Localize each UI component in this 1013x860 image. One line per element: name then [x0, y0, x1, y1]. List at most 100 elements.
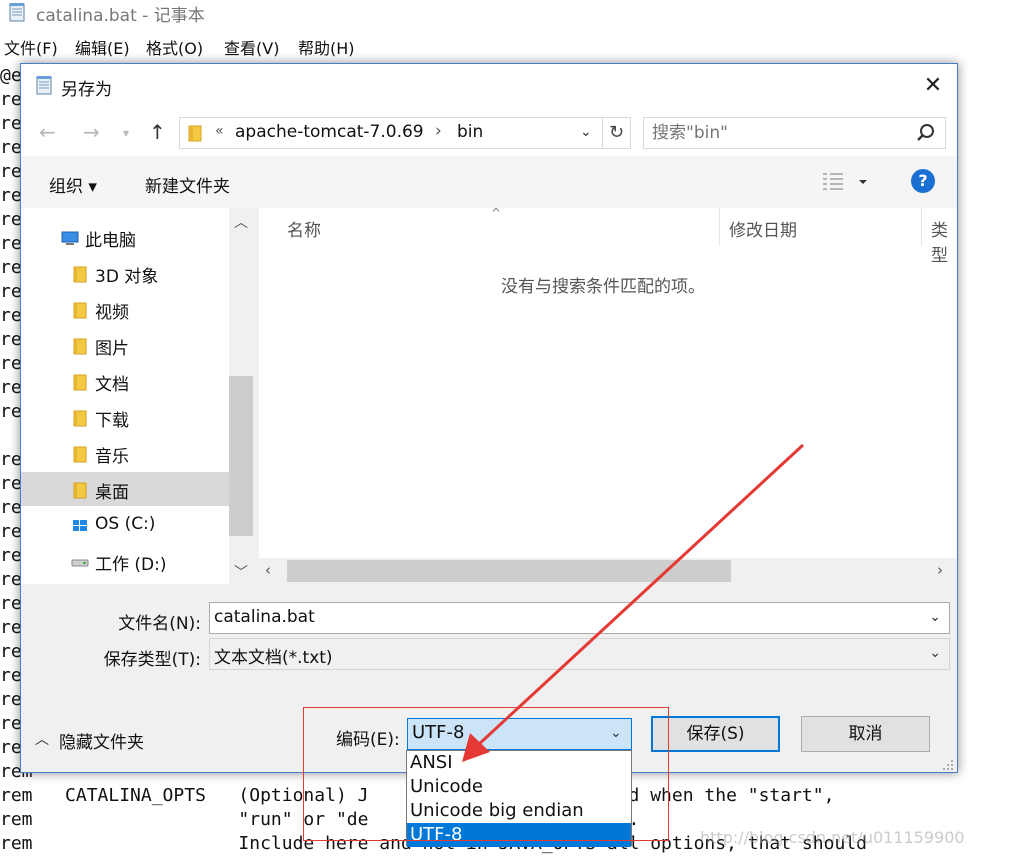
text-line: re	[0, 113, 22, 134]
text-line: re	[0, 521, 22, 542]
downloads-folder-icon	[71, 409, 89, 427]
nav-item[interactable]: 桌面	[21, 472, 229, 506]
up-arrow-icon[interactable]: ↑	[149, 120, 166, 144]
text-line: re	[0, 641, 22, 662]
documents-folder-icon	[71, 373, 89, 391]
notepad-icon	[9, 3, 25, 22]
filename-value[interactable]: catalina.bat	[214, 607, 315, 627]
nav-item[interactable]: 3D 对象	[21, 256, 229, 290]
view-options-icon[interactable]	[821, 170, 881, 194]
column-divider[interactable]	[719, 208, 720, 246]
encoding-dropdown-list: ANSI Unicode Unicode big endian UTF-8	[406, 750, 632, 847]
nav-item-label: 图片	[95, 339, 129, 359]
encoding-select[interactable]: UTF-8 ⌄	[407, 718, 632, 750]
pictures-folder-icon	[71, 337, 89, 355]
text-line: @e	[0, 65, 22, 86]
chevron-right-icon[interactable]: ›	[937, 561, 943, 579]
nav-item[interactable]: 图片	[21, 328, 229, 362]
address-bar[interactable]: « apache-tomcat-7.0.69 › bin ⌄	[179, 117, 603, 149]
organize-button[interactable]: 组织 ▾	[49, 172, 97, 197]
menu-edit[interactable]: 编辑(E)	[75, 35, 130, 59]
filetype-value[interactable]: 文本文档(*.txt)	[214, 643, 333, 668]
hide-folders-label[interactable]: 隐藏文件夹	[59, 728, 144, 753]
breadcrumb-overflow[interactable]: «	[215, 123, 224, 139]
3d-objects-icon	[71, 265, 89, 283]
encoding-value[interactable]: UTF-8	[412, 722, 464, 743]
sort-caret-icon: ^	[491, 206, 502, 220]
filetype-label: 保存类型(T):	[103, 650, 201, 670]
chevron-up-icon[interactable]: ︿	[234, 212, 248, 232]
chevron-down-icon[interactable]: ﹀	[234, 562, 248, 582]
text-line: re	[0, 593, 22, 614]
text-line: re	[0, 137, 22, 158]
nav-item[interactable]: 工作 (D:)	[21, 544, 229, 578]
column-header-modified[interactable]: 修改日期	[729, 216, 797, 241]
search-icon[interactable]	[916, 123, 936, 143]
file-list: ^ 名称 修改日期 类型 没有与搜索条件匹配的项。 ‹ ›	[259, 206, 957, 584]
menu-file[interactable]: 文件(F)	[4, 35, 58, 59]
nav-item-label: 音乐	[95, 447, 129, 467]
menu-view[interactable]: 查看(V)	[224, 35, 279, 59]
nav-item-label: 工作 (D:)	[95, 555, 167, 575]
refresh-icon[interactable]: ↻	[603, 117, 631, 149]
cancel-button[interactable]: 取消	[801, 716, 930, 752]
forward-arrow-icon[interactable]: →	[83, 120, 100, 144]
back-arrow-icon[interactable]: ←	[39, 120, 56, 144]
filename-field[interactable]: catalina.bat ⌄	[209, 602, 950, 634]
nav-scrollbar[interactable]: ︿ ﹀	[229, 208, 253, 584]
encoding-option[interactable]: UTF-8	[407, 823, 631, 847]
notepad-icon	[36, 76, 52, 95]
scroll-thumb[interactable]	[229, 376, 253, 536]
text-line: re	[0, 329, 22, 350]
filetype-select[interactable]: 文本文档(*.txt) ⌄	[209, 638, 950, 670]
text-line: re	[0, 281, 22, 302]
chevron-up-icon[interactable]: ︿	[35, 729, 49, 749]
desktop-folder-icon	[71, 481, 89, 499]
resize-grip-icon[interactable]	[939, 756, 955, 772]
recent-locations-chevron-icon[interactable]: ▾	[123, 126, 129, 140]
text-line: re	[0, 569, 22, 590]
nav-item-label: 视频	[95, 303, 129, 323]
column-divider[interactable]	[921, 208, 922, 246]
save-button[interactable]: 保存(S)	[651, 716, 780, 752]
menu-format[interactable]: 格式(O)	[146, 35, 203, 59]
watermark: http://blog.csdn.net/u011159900	[700, 828, 965, 847]
chevron-down-icon[interactable]: ⌄	[929, 609, 941, 625]
nav-item[interactable]: 视频	[21, 292, 229, 326]
search-input[interactable]	[652, 121, 902, 145]
folder-icon	[188, 125, 202, 142]
text-line: re	[0, 257, 22, 278]
close-button[interactable]: ✕	[917, 72, 949, 102]
encoding-option[interactable]: Unicode	[407, 775, 631, 799]
chevron-down-icon[interactable]: ⌄	[929, 645, 941, 661]
column-header-type[interactable]: 类型	[931, 216, 957, 266]
nav-item[interactable]: 音乐	[21, 436, 229, 470]
nav-item[interactable]: 文档	[21, 364, 229, 398]
breadcrumb-segment[interactable]: bin	[457, 122, 483, 142]
encoding-option[interactable]: Unicode big endian	[407, 799, 631, 823]
menu-help[interactable]: 帮助(H)	[298, 35, 355, 59]
scroll-thumb[interactable]	[287, 560, 731, 582]
chevron-down-icon[interactable]: ⌄	[610, 725, 622, 741]
dialog-titlebar: 另存为 ✕	[21, 64, 957, 108]
text-line: re	[0, 377, 22, 398]
video-folder-icon	[71, 301, 89, 319]
chevron-down-icon[interactable]: ⌄	[580, 124, 592, 140]
help-icon[interactable]: ?	[911, 169, 935, 193]
nav-item[interactable]: OS (C:)	[21, 508, 229, 542]
breadcrumb-segment[interactable]: apache-tomcat-7.0.69	[235, 122, 424, 142]
empty-message: 没有与搜索条件匹配的项。	[501, 277, 705, 297]
horizontal-scrollbar[interactable]: ‹ ›	[259, 558, 957, 584]
encoding-option[interactable]: ANSI	[407, 751, 631, 775]
text-line: re	[0, 713, 22, 734]
column-header-name[interactable]: 名称	[287, 216, 321, 241]
new-folder-button[interactable]: 新建文件夹	[145, 172, 230, 197]
chevron-left-icon[interactable]: ‹	[265, 561, 271, 579]
computer-icon	[61, 229, 79, 247]
breadcrumb-separator[interactable]: ›	[435, 121, 442, 141]
text-line: re	[0, 737, 22, 758]
notepad-titlebar: catalina.bat - 记事本	[0, 0, 1013, 26]
nav-item[interactable]: 此电脑	[21, 220, 229, 254]
filename-label: 文件名(N):	[118, 614, 201, 634]
nav-item[interactable]: 下载	[21, 400, 229, 434]
